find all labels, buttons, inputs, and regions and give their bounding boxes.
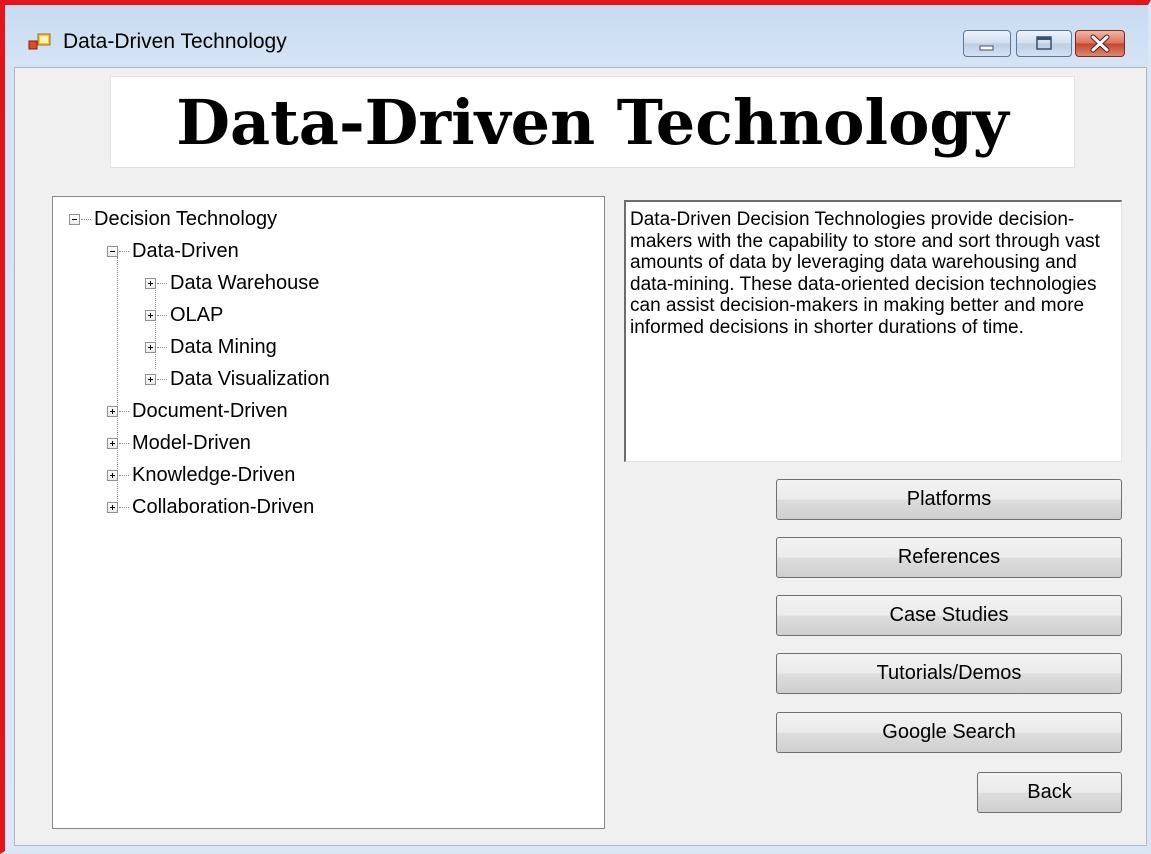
tree-node-data-visualization[interactable]: Data Visualization — [145, 365, 330, 393]
tree-node-data-mining[interactable]: Data Mining — [145, 333, 277, 361]
tree-node-knowledge-driven[interactable]: Knowledge-Driven — [107, 461, 295, 489]
collapse-icon[interactable] — [69, 213, 80, 225]
tree-node-olap[interactable]: OLAP — [145, 301, 223, 329]
expand-icon[interactable] — [145, 277, 156, 289]
tree-node-collaboration-driven[interactable]: Collaboration-Driven — [107, 493, 314, 521]
tree-node-document-driven[interactable]: Document-Driven — [107, 397, 288, 425]
expand-icon[interactable] — [145, 373, 156, 385]
case-studies-button[interactable]: Case Studies — [776, 595, 1122, 636]
references-button[interactable]: References — [776, 537, 1122, 578]
expand-icon[interactable] — [145, 341, 156, 353]
platforms-button[interactable]: Platforms — [776, 479, 1122, 520]
tree-node-label: Data-Driven — [132, 239, 239, 262]
tree-node-label: Model-Driven — [132, 431, 251, 454]
tree-node-label: Data Warehouse — [170, 271, 320, 294]
google-search-button[interactable]: Google Search — [776, 712, 1122, 753]
collapse-icon[interactable] — [107, 245, 118, 257]
tree-node-label: Data Mining — [170, 335, 277, 358]
tree-node-data-driven[interactable]: Data-Driven — [107, 237, 239, 265]
app-icon — [28, 33, 51, 50]
expand-icon[interactable] — [145, 309, 156, 321]
decision-tree-view[interactable]: Decision Technology Data-Driven Data War… — [52, 196, 605, 829]
expand-icon[interactable] — [107, 469, 118, 481]
maximize-button[interactable] — [1016, 30, 1072, 57]
tree-node-label: Data Visualization — [170, 367, 330, 390]
tree-node-label: Decision Technology — [94, 207, 278, 230]
close-button[interactable] — [1075, 30, 1125, 57]
maximize-icon — [1036, 36, 1052, 50]
window-title: Data-Driven Technology — [63, 30, 287, 53]
form-client-area: Data-Driven Technology Decision Technolo… — [14, 67, 1147, 846]
title-bar[interactable]: Data-Driven Technology — [5, 5, 1148, 67]
tree-node-label: Collaboration-Driven — [132, 495, 315, 518]
expand-icon[interactable] — [107, 437, 118, 449]
tree-node-decision-technology[interactable]: Decision Technology — [69, 205, 277, 233]
minimize-icon — [979, 45, 994, 51]
close-icon — [1090, 34, 1110, 53]
expand-icon[interactable] — [107, 405, 118, 417]
app-window: Data-Driven Technology Data-Driven Techn… — [0, 0, 1151, 854]
description-textbox[interactable]: Data-Driven Decision Technologies provid… — [624, 200, 1122, 462]
tree-node-model-driven[interactable]: Model-Driven — [107, 429, 251, 457]
tree-node-label: Knowledge-Driven — [132, 463, 296, 486]
expand-icon[interactable] — [107, 501, 118, 513]
minimize-button[interactable] — [963, 30, 1011, 57]
tree-node-data-warehouse[interactable]: Data Warehouse — [145, 269, 319, 297]
tree-node-label: Document-Driven — [132, 399, 288, 422]
back-button[interactable]: Back — [977, 772, 1122, 813]
tree-node-label: OLAP — [170, 303, 224, 326]
banner-heading: Data-Driven Technology — [110, 76, 1075, 168]
tutorials-demos-button[interactable]: Tutorials/Demos — [776, 653, 1122, 694]
